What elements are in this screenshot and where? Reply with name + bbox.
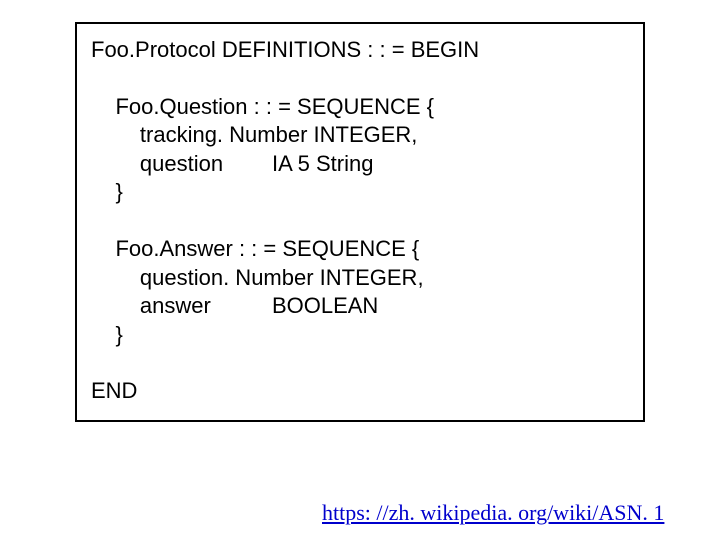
blank-line	[91, 349, 629, 377]
code-line: tracking. Number INTEGER,	[91, 121, 629, 150]
code-definition-box: Foo.Protocol DEFINITIONS : : = BEGIN Foo…	[75, 22, 645, 422]
code-line: question. Number INTEGER,	[91, 264, 629, 293]
code-line: END	[91, 377, 629, 406]
code-line: Foo.Protocol DEFINITIONS : : = BEGIN	[91, 36, 629, 65]
code-line: question IA 5 String	[91, 150, 629, 179]
blank-line	[91, 207, 629, 235]
code-line: Foo.Answer : : = SEQUENCE {	[91, 235, 629, 264]
code-line: }	[91, 321, 629, 350]
code-line: }	[91, 178, 629, 207]
source-link[interactable]: https: //zh. wikipedia. org/wiki/ASN. 1	[322, 500, 664, 526]
blank-line	[91, 65, 629, 93]
code-line: Foo.Question : : = SEQUENCE {	[91, 93, 629, 122]
code-line: answer BOOLEAN	[91, 292, 629, 321]
